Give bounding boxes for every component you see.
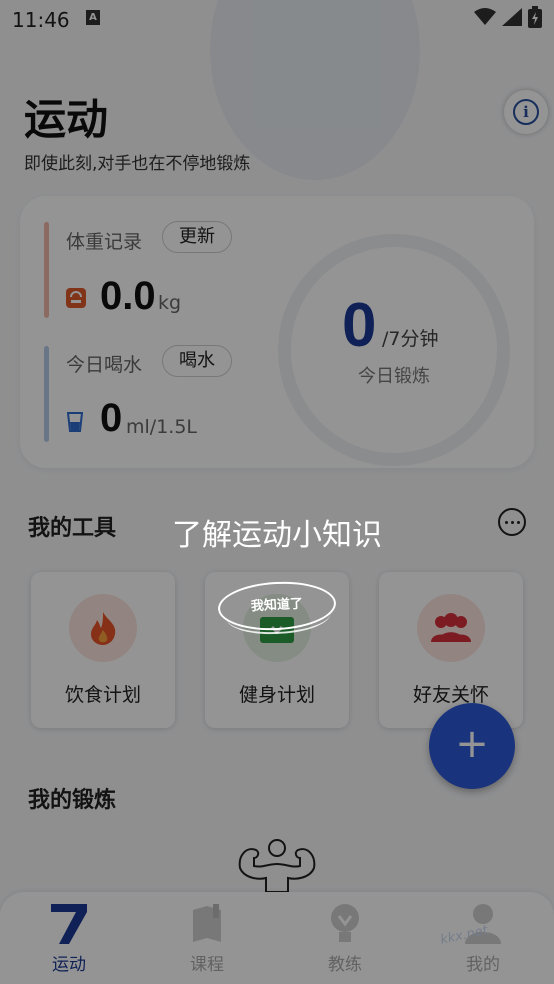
guide-text: 了解运动小知识 [172, 518, 382, 553]
guide-overlay[interactable]: 了解运动小知识 我知道了 [0, 0, 554, 984]
got-it-button[interactable]: 我知道了 [216, 578, 338, 634]
